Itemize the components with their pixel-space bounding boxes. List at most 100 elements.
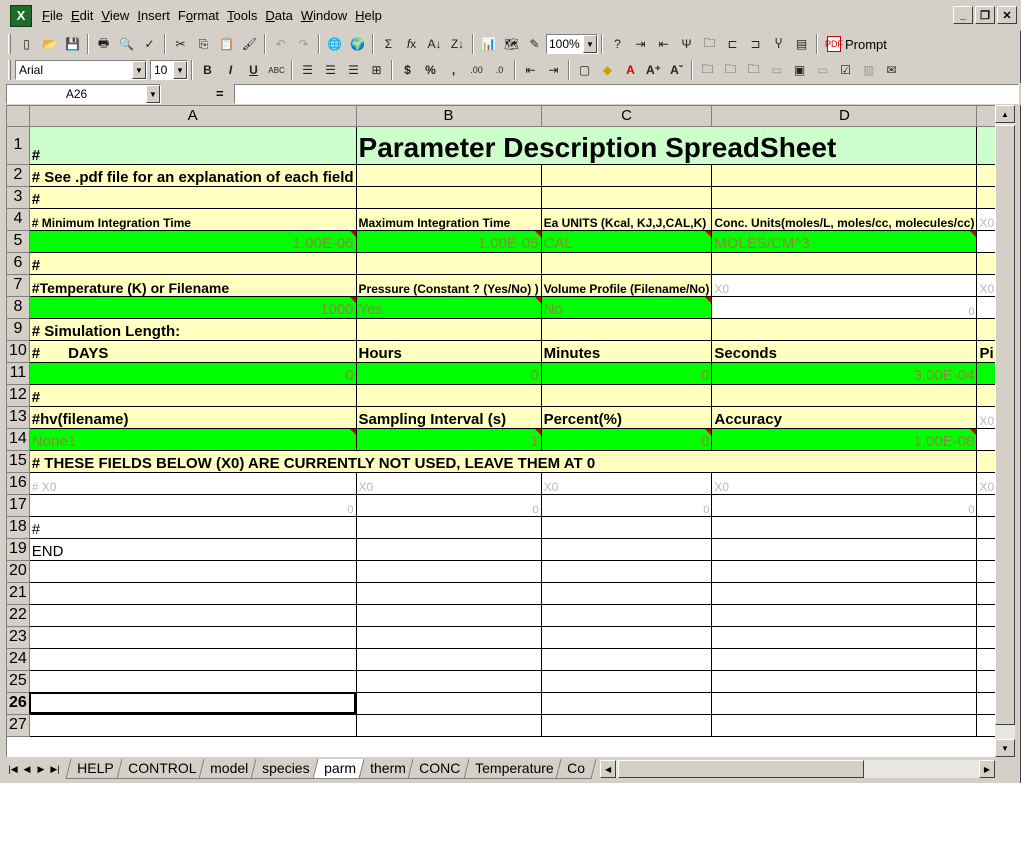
cell[interactable] (711, 670, 978, 693)
cell-c17[interactable]: 0 (541, 494, 713, 517)
cell-c16[interactable]: X0 (541, 472, 713, 495)
sort-ascending-icon[interactable]: A↓ (423, 33, 446, 55)
cell-d7[interactable]: X0 (711, 274, 978, 297)
cell-d14[interactable]: 1.00E-08 (711, 428, 978, 451)
row-header[interactable]: 22 (7, 604, 30, 627)
excel-app-icon[interactable]: X (10, 4, 32, 27)
branch-tool-icon[interactable]: ⊐ (744, 33, 767, 55)
cell-a11[interactable]: 0 (29, 362, 357, 385)
chart-wizard-icon[interactable]: 📊 (477, 33, 500, 55)
cell-b3[interactable] (356, 186, 542, 209)
cell-c3[interactable] (541, 186, 713, 209)
increase-font-icon[interactable]: A⁺ (642, 59, 665, 81)
cell-b6[interactable] (356, 252, 542, 275)
select-all-corner[interactable] (7, 106, 30, 127)
cell-d4[interactable]: Conc. Units(moles/L, moles/cc, molecules… (711, 208, 978, 231)
row-header[interactable]: 24 (7, 648, 30, 671)
decrease-font-icon[interactable]: Aˇ (665, 59, 688, 81)
cell-e11[interactable] (976, 362, 995, 385)
last-sheet-icon[interactable]: ▶| (48, 761, 62, 777)
scroll-left-icon[interactable]: ◀ (600, 760, 617, 778)
map-icon[interactable]: 🗺 (500, 33, 523, 55)
cell-d3[interactable] (711, 186, 978, 209)
cell-c6[interactable] (541, 252, 713, 275)
cell-a5[interactable]: 1.00E-06 (29, 230, 357, 253)
cell[interactable] (356, 670, 542, 693)
formula-input[interactable] (234, 84, 1019, 104)
font-color-icon[interactable]: A (619, 59, 642, 81)
minimize-icon[interactable]: _ (953, 6, 973, 24)
row-header[interactable]: 1 (7, 126, 30, 165)
cell-c9[interactable] (541, 318, 713, 341)
cell-e13[interactable]: X0 (976, 406, 995, 429)
prompt-button[interactable]: PDF Prompt (821, 33, 893, 55)
scroll-down-icon[interactable]: ▼ (995, 739, 1015, 757)
chevron-down-icon[interactable]: ▼ (146, 85, 160, 103)
cell-d12[interactable] (711, 384, 978, 407)
cell-b10[interactable]: Hours (356, 340, 542, 363)
row-header[interactable]: 8 (7, 296, 30, 319)
delete-comment-icon[interactable]: ▭ (811, 59, 834, 81)
align-right-icon[interactable]: ☰ (342, 59, 365, 81)
first-sheet-icon[interactable]: |◀ (6, 761, 20, 777)
update-file-icon[interactable]: ▥ (857, 59, 880, 81)
chevron-down-icon[interactable]: ▼ (583, 35, 597, 53)
cell-e12[interactable] (976, 384, 995, 407)
cell-a17[interactable]: 0 (29, 494, 357, 517)
row-header[interactable]: 16 (7, 472, 30, 495)
menu-format[interactable]: Format (174, 6, 223, 26)
cell[interactable] (29, 560, 357, 583)
column-header-e[interactable] (976, 106, 995, 127)
row-header[interactable]: 2 (7, 164, 30, 187)
cell[interactable] (711, 714, 978, 737)
redo-icon[interactable]: ↷ (292, 33, 315, 55)
format-painter-icon[interactable]: 🖌 (238, 33, 261, 55)
column-header-a[interactable]: A (29, 106, 357, 127)
row-header[interactable]: 12 (7, 384, 30, 407)
cell-d5[interactable]: MOLES/CM^3 (711, 230, 978, 253)
cell-e19[interactable] (976, 538, 995, 561)
web-toolbar-icon[interactable]: 🌍 (346, 33, 369, 55)
percent-icon[interactable]: % (419, 59, 442, 81)
folder-tool-icon[interactable]: 🗀 (698, 33, 721, 55)
cell[interactable] (541, 604, 713, 627)
cell-e10[interactable]: Pi (976, 340, 995, 363)
cell-c12[interactable] (541, 384, 713, 407)
spelling-icon[interactable]: ✓ (138, 33, 161, 55)
cell-b16[interactable]: X0 (356, 472, 542, 495)
cell[interactable] (541, 714, 713, 737)
open-folder-icon[interactable]: 📂 (38, 33, 61, 55)
drawing-icon[interactable]: ✎ (523, 33, 546, 55)
cell-e9[interactable] (976, 318, 995, 341)
row-header[interactable]: 13 (7, 406, 30, 429)
new-document-icon[interactable]: ▯ (15, 33, 38, 55)
sheet-tab-conc[interactable]: CONC (407, 759, 473, 779)
vertical-scroll-thumb[interactable] (995, 125, 1015, 725)
menu-view[interactable]: View (97, 6, 133, 26)
cell[interactable] (976, 582, 995, 605)
cell[interactable] (976, 692, 995, 715)
column-header-b[interactable]: B (356, 106, 542, 127)
cell-c10[interactable]: Minutes (541, 340, 713, 363)
row-header[interactable]: 11 (7, 362, 30, 385)
cell-a15[interactable]: # THESE FIELDS BELOW (X0) ARE CURRENTLY … (29, 450, 978, 473)
merge-center-icon[interactable]: ⊞ (365, 59, 388, 81)
cell-e4[interactable]: X0 (976, 208, 995, 231)
cell-a8[interactable]: 1000 (29, 296, 357, 319)
cell[interactable] (541, 626, 713, 649)
cell[interactable] (711, 692, 978, 715)
column-header-c[interactable]: C (541, 106, 713, 127)
insert-hyperlink-icon[interactable]: 🌐 (323, 33, 346, 55)
next-comment-icon[interactable]: 🗀 (742, 59, 765, 81)
cell[interactable] (29, 582, 357, 605)
scroll-up-icon[interactable]: ▲ (995, 105, 1015, 123)
menu-file[interactable]: File (38, 6, 67, 26)
cell[interactable] (976, 626, 995, 649)
menu-data[interactable]: Data (261, 6, 296, 26)
cell[interactable] (356, 648, 542, 671)
row-header[interactable]: 20 (7, 560, 30, 583)
cell-a1[interactable]: # (29, 126, 357, 165)
row-header[interactable]: 4 (7, 208, 30, 231)
cell-b5[interactable]: 1.00E-05 (356, 230, 542, 253)
italic-icon[interactable]: I (219, 59, 242, 81)
